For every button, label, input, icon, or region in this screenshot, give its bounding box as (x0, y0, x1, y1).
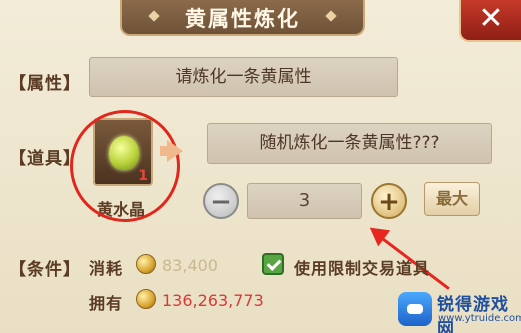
quantity-input[interactable]: 3 (247, 183, 362, 219)
cost-value: 83,400 (162, 256, 218, 275)
restricted-items-checkbox-label[interactable]: 使用限制交易道具 (294, 255, 430, 279)
close-icon: ✕ (478, 1, 504, 36)
arrow-right-icon (167, 140, 183, 162)
cost-label: 消耗 (89, 259, 124, 278)
refine-dialog: 黄属性炼化 ✕ 【属性】 请炼化一条黄属性 【道具】 1 黄水晶 随机炼化一条黄… (0, 0, 521, 333)
owned-label: 拥有 (89, 294, 124, 313)
close-button[interactable]: ✕ (459, 0, 521, 42)
gold-coin-icon (136, 254, 156, 274)
title-bar: 黄属性炼化 (120, 0, 365, 36)
gamepad-logo-icon (398, 292, 432, 326)
watermark-url: www.ytruide.com (438, 313, 521, 324)
attribute-label: 【属性】 (9, 74, 81, 94)
highlight-circle (70, 110, 180, 222)
result-field: 随机炼化一条黄属性??? (207, 123, 492, 164)
minus-icon: − (210, 187, 232, 217)
owned-value: 136,263,773 (162, 291, 264, 310)
max-button[interactable]: 最大 (424, 182, 480, 216)
attribute-field: 请炼化一条黄属性 (89, 57, 398, 97)
site-watermark: 锐得游戏网 www.ytruide.com (398, 288, 521, 333)
watermark-title: 锐得游戏网 (437, 295, 509, 333)
gold-coin-icon (136, 289, 156, 309)
plus-icon: + (378, 187, 400, 217)
plus-button[interactable]: + (371, 183, 407, 219)
condition-label: 【条件】 (9, 260, 81, 280)
minus-button[interactable]: − (203, 183, 239, 219)
checkbox-checked-icon[interactable] (262, 253, 284, 275)
